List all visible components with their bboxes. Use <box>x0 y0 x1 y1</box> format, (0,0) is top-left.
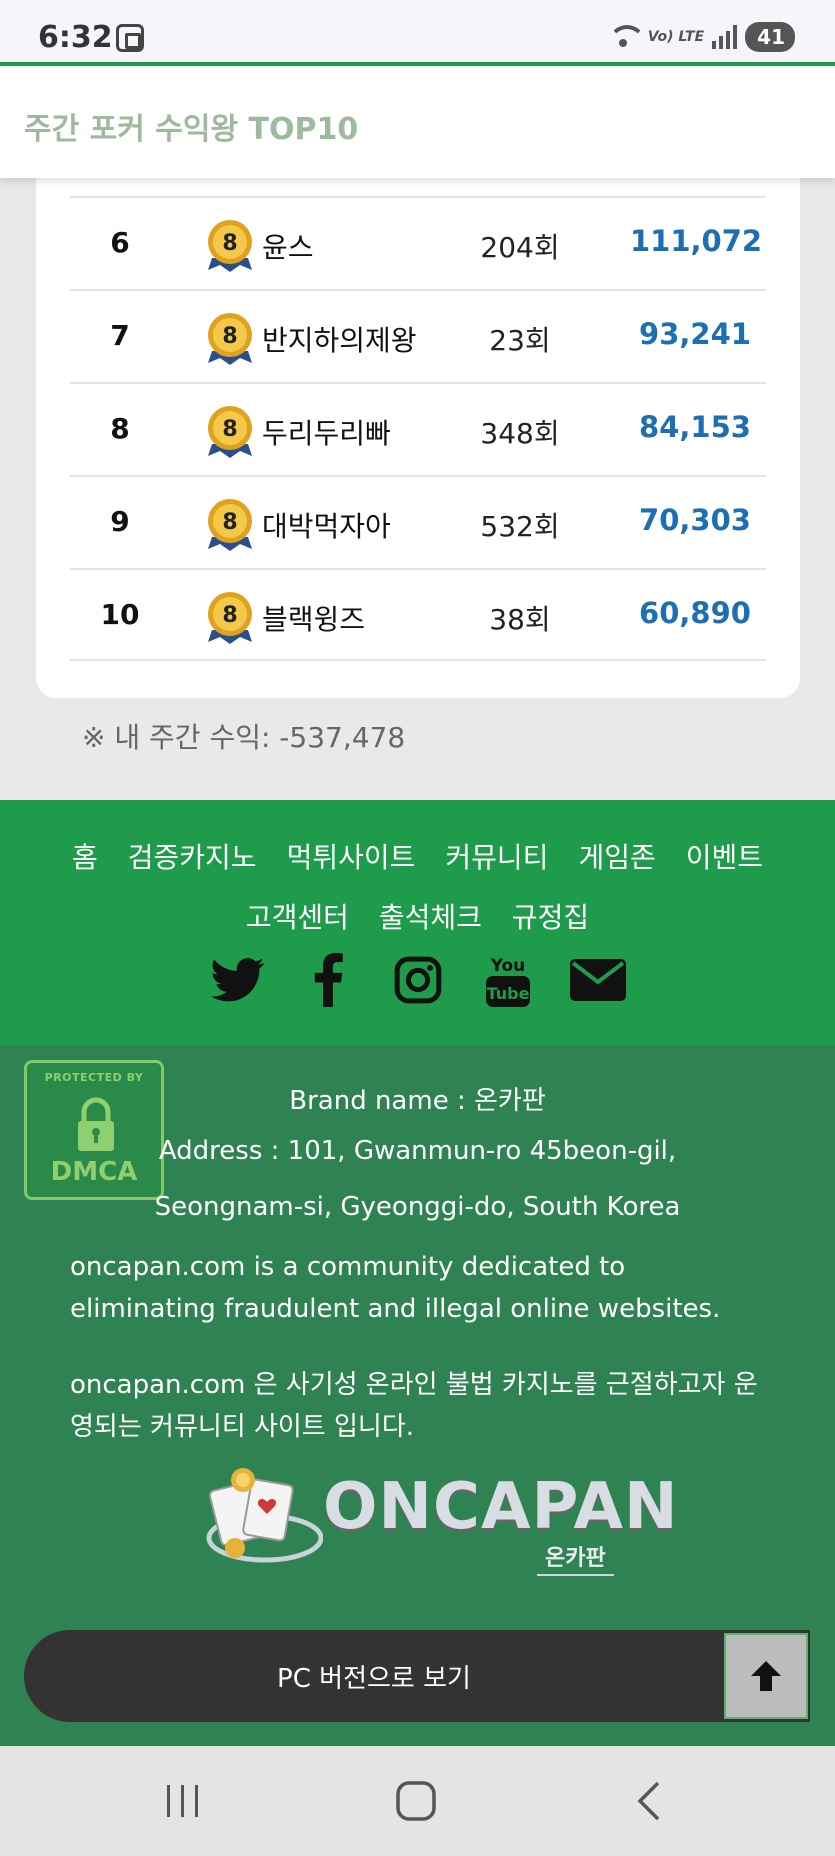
cards-chips-icon <box>206 1468 324 1563</box>
player-name: 블랙윙즈 <box>262 603 366 636</box>
social-links: You Tube <box>0 952 835 1008</box>
volte-label: Vo) LTE <box>647 29 705 45</box>
weekly-profit: 60,890 <box>639 596 751 630</box>
address-line-1: Address : 101, Gwanmun-ro 45beon-gil, <box>158 1136 677 1166</box>
email-icon[interactable] <box>569 952 626 1008</box>
footer-link-community[interactable]: 커뮤니티 <box>445 841 548 874</box>
level-medal-icon: 8 <box>208 220 252 272</box>
oncapan-logo[interactable]: ONCAPAN 온카판 <box>205 1466 678 1576</box>
page-header: 주간 포커 수익왕 TOP10 <box>0 66 835 178</box>
player-name: 윤스 <box>262 231 314 264</box>
logo-subtitle: 온카판 <box>537 1540 614 1576</box>
weekly-profit: 70,303 <box>639 503 751 537</box>
scroll-top-button[interactable] <box>724 1633 808 1719</box>
system-navigation-bar <box>0 1746 835 1856</box>
svg-text:8: 8 <box>222 603 237 628</box>
description-en: oncapan.com is a community dedicated to … <box>70 1252 721 1324</box>
table-row[interactable]: 6 8 윤스 204회 111,072 <box>70 196 766 289</box>
player-name: 반지하의제왕 <box>262 324 417 357</box>
status-icons: Vo) LTE 41 <box>606 22 795 52</box>
svg-text:You: You <box>489 956 525 976</box>
table-row[interactable]: 9 8 대박먹자아 532회 70,303 <box>70 475 766 568</box>
rank-number: 8 <box>110 412 130 445</box>
home-icon[interactable] <box>386 1776 446 1826</box>
level-medal-icon: 8 <box>208 592 252 644</box>
facebook-icon[interactable] <box>300 952 356 1008</box>
twitter-icon[interactable] <box>210 952 266 1008</box>
youtube-icon[interactable]: You Tube <box>480 952 536 1008</box>
footer-nav: 홈 검증카지노 먹튀사이트 커뮤니티 게임존 이벤트 고객센터 출석체크 규정집 You Tub… <box>0 800 835 1046</box>
screenshot-icon <box>116 24 144 52</box>
address-line-2: Seongnam-si, Gyeonggi-do, South Korea <box>154 1192 681 1222</box>
arrow-up-icon <box>751 1661 781 1691</box>
pc-version-label: PC 버전으로 보기 <box>277 1664 471 1694</box>
rank-number: 7 <box>110 319 130 352</box>
table-row[interactable]: 8 8 두리두리빠 348회 84,153 <box>70 382 766 475</box>
signal-icon <box>712 25 738 49</box>
player-name: 대박먹자아 <box>262 510 391 543</box>
svg-text:8: 8 <box>222 324 237 349</box>
rank-number: 6 <box>110 226 130 259</box>
footer-link-events[interactable]: 이벤트 <box>686 841 763 874</box>
level-medal-icon: 8 <box>208 313 252 365</box>
table-row[interactable]: 10 8 블랙윙즈 38회 60,890 <box>70 568 766 661</box>
rank-number: 9 <box>110 505 130 538</box>
status-time: 6:32 <box>38 20 113 55</box>
footer-link-rules[interactable]: 규정집 <box>512 901 589 934</box>
page-title: 주간 포커 수익왕 TOP10 <box>24 112 359 147</box>
battery-indicator: 41 <box>745 22 795 52</box>
svg-text:8: 8 <box>222 510 237 535</box>
wifi-icon <box>606 23 646 51</box>
level-medal-icon: 8 <box>208 406 252 458</box>
instagram-icon[interactable] <box>390 952 446 1008</box>
rank-number: 10 <box>100 598 140 631</box>
weekly-profit: 111,072 <box>630 224 763 258</box>
footer-link-support[interactable]: 고객센터 <box>246 901 349 934</box>
games-played: 23회 <box>489 324 551 357</box>
pc-version-button[interactable]: PC 버전으로 보기 <box>24 1630 810 1722</box>
recent-apps-icon[interactable] <box>152 1776 212 1826</box>
footer-link-attendance[interactable]: 출석체크 <box>379 901 482 934</box>
logo-wordmark: ONCAPAN <box>323 1470 679 1544</box>
table-row[interactable]: 7 8 반지하의제왕 23회 93,241 <box>70 289 766 382</box>
footer-link-home[interactable]: 홈 <box>72 841 98 874</box>
ranking-table: 6 8 윤스 204회 111,072 7 8 반지하의제왕 23회 93,24… <box>70 196 766 661</box>
footer-link-scam-sites[interactable]: 먹튀사이트 <box>287 841 416 874</box>
description-ko: oncapan.com 은 사기성 온라인 불법 카지노를 근절하고자 운영되는… <box>70 1370 758 1442</box>
footer-link-verified-casino[interactable]: 검증카지노 <box>128 841 257 874</box>
svg-text:Tube: Tube <box>486 984 529 1003</box>
games-played: 38회 <box>489 603 551 636</box>
games-played: 532회 <box>480 510 560 543</box>
level-medal-icon: 8 <box>208 499 252 551</box>
ranking-card: 6 8 윤스 204회 111,072 7 8 반지하의제왕 23회 93,24… <box>36 150 800 698</box>
games-played: 204회 <box>480 231 560 264</box>
brand-name: Brand name : 온카판 <box>289 1086 546 1116</box>
weekly-profit: 84,153 <box>639 410 751 444</box>
svg-text:8: 8 <box>222 231 237 256</box>
status-bar: 6:32 Vo) LTE 41 <box>0 0 835 62</box>
back-icon[interactable] <box>620 1776 680 1826</box>
games-played: 348회 <box>480 417 560 450</box>
player-name: 두리두리빠 <box>262 417 391 450</box>
footer-link-game-zone[interactable]: 게임존 <box>578 841 655 874</box>
svg-text:8: 8 <box>222 417 237 442</box>
footer-links: 홈 검증카지노 먹튀사이트 커뮤니티 게임존 이벤트 고객센터 출석체크 규정집 <box>0 830 835 950</box>
weekly-profit: 93,241 <box>639 317 751 351</box>
my-weekly-profit: ※ 내 주간 수익: -537,478 <box>82 721 406 754</box>
